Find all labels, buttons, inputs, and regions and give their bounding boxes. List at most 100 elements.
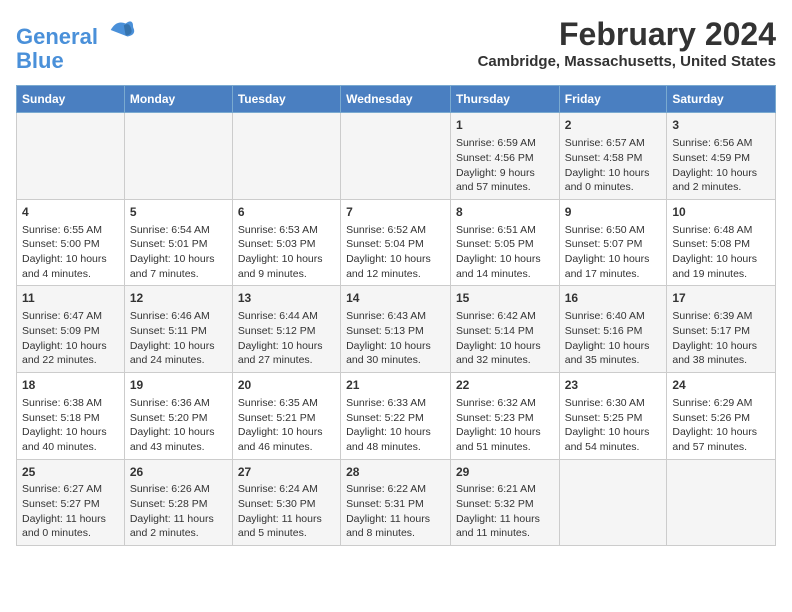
calendar-body: 1Sunrise: 6:59 AM Sunset: 4:56 PM Daylig… xyxy=(17,113,776,546)
calendar-cell: 5Sunrise: 6:54 AM Sunset: 5:01 PM Daylig… xyxy=(124,199,232,286)
weekday-header: Friday xyxy=(559,86,667,113)
calendar-cell: 13 Sunrise: 6:44 AM Sunset: 5:12 PM Dayli… xyxy=(232,286,340,373)
calendar-week-row: 25Sunrise: 6:27 AM Sunset: 5:27 PM Dayli… xyxy=(17,459,776,546)
calendar-week-row: 11 Sunrise: 6:47 AM Sunset: 5:09 PM Dayli… xyxy=(17,286,776,373)
day-info: Sunrise: 6:56 AM Sunset: 4:59 PM Dayligh… xyxy=(672,136,770,195)
day-number: 27 xyxy=(238,464,335,481)
day-info: Sunrise: 6:38 AM Sunset: 5:18 PM Dayligh… xyxy=(22,396,119,455)
day-number: 14 xyxy=(346,290,445,307)
day-number: 15 xyxy=(456,290,554,307)
day-info: Sunrise: 6:51 AM Sunset: 5:05 PM Dayligh… xyxy=(456,223,554,282)
weekday-header: Sunday xyxy=(17,86,125,113)
calendar-cell: 26Sunrise: 6:26 AM Sunset: 5:28 PM Dayli… xyxy=(124,459,232,546)
calendar-cell: 24 Sunrise: 6:29 AM Sunset: 5:26 PM Dayli… xyxy=(667,373,776,460)
calendar-week-row: 1Sunrise: 6:59 AM Sunset: 4:56 PM Daylig… xyxy=(17,113,776,200)
day-number: 8 xyxy=(456,204,554,221)
day-number: 18 xyxy=(22,377,119,394)
calendar-cell: 7 Sunrise: 6:52 AM Sunset: 5:04 PM Daylig… xyxy=(341,199,451,286)
calendar-cell: 27Sunrise: 6:24 AM Sunset: 5:30 PM Dayli… xyxy=(232,459,340,546)
calendar-cell: 21 Sunrise: 6:33 AM Sunset: 5:22 PM Dayli… xyxy=(341,373,451,460)
day-info: Sunrise: 6:36 AM Sunset: 5:20 PM Dayligh… xyxy=(130,396,227,455)
page-header: General Blue February 2024 Cambridge, Ma… xyxy=(16,16,776,73)
day-number: 29 xyxy=(456,464,554,481)
calendar-cell: 10 Sunrise: 6:48 AM Sunset: 5:08 PM Dayli… xyxy=(667,199,776,286)
weekday-header: Monday xyxy=(124,86,232,113)
day-info: Sunrise: 6:33 AM Sunset: 5:22 PM Dayligh… xyxy=(346,396,445,455)
day-info: Sunrise: 6:39 AM Sunset: 5:17 PM Dayligh… xyxy=(672,309,770,368)
day-number: 11 xyxy=(22,290,119,307)
day-number: 22 xyxy=(456,377,554,394)
logo-icon xyxy=(107,16,135,44)
day-info: Sunrise: 6:54 AM Sunset: 5:01 PM Dayligh… xyxy=(130,223,227,282)
day-number: 24 xyxy=(672,377,770,394)
day-number: 19 xyxy=(130,377,227,394)
calendar-cell xyxy=(341,113,451,200)
calendar-cell xyxy=(559,459,667,546)
day-info: Sunrise: 6:30 AM Sunset: 5:25 PM Dayligh… xyxy=(565,396,662,455)
day-info: Sunrise: 6:22 AM Sunset: 5:31 PM Dayligh… xyxy=(346,482,445,541)
day-info: Sunrise: 6:26 AM Sunset: 5:28 PM Dayligh… xyxy=(130,482,227,541)
calendar-cell: 2Sunrise: 6:57 AM Sunset: 4:58 PM Daylig… xyxy=(559,113,667,200)
title-block: February 2024 Cambridge, Massachusetts, … xyxy=(478,16,776,70)
calendar-cell: 4 Sunrise: 6:55 AM Sunset: 5:00 PM Daylig… xyxy=(17,199,125,286)
day-info: Sunrise: 6:43 AM Sunset: 5:13 PM Dayligh… xyxy=(346,309,445,368)
calendar-cell: 8 Sunrise: 6:51 AM Sunset: 5:05 PM Daylig… xyxy=(450,199,559,286)
day-number: 4 xyxy=(22,204,119,221)
day-number: 21 xyxy=(346,377,445,394)
day-number: 17 xyxy=(672,290,770,307)
calendar-cell: 22 Sunrise: 6:32 AM Sunset: 5:23 PM Dayli… xyxy=(450,373,559,460)
day-info: Sunrise: 6:46 AM Sunset: 5:11 PM Dayligh… xyxy=(130,309,227,368)
day-info: Sunrise: 6:59 AM Sunset: 4:56 PM Dayligh… xyxy=(456,136,554,195)
calendar-cell: 20Sunrise: 6:35 AM Sunset: 5:21 PM Dayli… xyxy=(232,373,340,460)
calendar-cell xyxy=(667,459,776,546)
logo-text: General xyxy=(16,16,135,49)
day-info: Sunrise: 6:52 AM Sunset: 5:04 PM Dayligh… xyxy=(346,223,445,282)
day-info: Sunrise: 6:47 AM Sunset: 5:09 PM Dayligh… xyxy=(22,309,119,368)
calendar-cell: 17 Sunrise: 6:39 AM Sunset: 5:17 PM Dayli… xyxy=(667,286,776,373)
weekday-header: Thursday xyxy=(450,86,559,113)
calendar-cell xyxy=(124,113,232,200)
day-number: 23 xyxy=(565,377,662,394)
calendar-cell xyxy=(232,113,340,200)
day-info: Sunrise: 6:55 AM Sunset: 5:00 PM Dayligh… xyxy=(22,223,119,282)
day-number: 16 xyxy=(565,290,662,307)
calendar-cell: 9 Sunrise: 6:50 AM Sunset: 5:07 PM Daylig… xyxy=(559,199,667,286)
weekday-header: Tuesday xyxy=(232,86,340,113)
logo: General Blue xyxy=(16,16,135,73)
weekday-header: Saturday xyxy=(667,86,776,113)
day-info: Sunrise: 6:40 AM Sunset: 5:16 PM Dayligh… xyxy=(565,309,662,368)
calendar-cell: 19 Sunrise: 6:36 AM Sunset: 5:20 PM Dayli… xyxy=(124,373,232,460)
day-info: Sunrise: 6:32 AM Sunset: 5:23 PM Dayligh… xyxy=(456,396,554,455)
calendar-cell: 11 Sunrise: 6:47 AM Sunset: 5:09 PM Dayli… xyxy=(17,286,125,373)
calendar-table: SundayMondayTuesdayWednesdayThursdayFrid… xyxy=(16,85,776,546)
main-title: February 2024 xyxy=(478,16,776,53)
day-number: 26 xyxy=(130,464,227,481)
day-info: Sunrise: 6:48 AM Sunset: 5:08 PM Dayligh… xyxy=(672,223,770,282)
calendar-cell: 16 Sunrise: 6:40 AM Sunset: 5:16 PM Dayli… xyxy=(559,286,667,373)
calendar-cell xyxy=(17,113,125,200)
day-number: 3 xyxy=(672,117,770,134)
day-info: Sunrise: 6:29 AM Sunset: 5:26 PM Dayligh… xyxy=(672,396,770,455)
day-info: Sunrise: 6:50 AM Sunset: 5:07 PM Dayligh… xyxy=(565,223,662,282)
day-number: 13 xyxy=(238,290,335,307)
day-number: 12 xyxy=(130,290,227,307)
day-info: Sunrise: 6:21 AM Sunset: 5:32 PM Dayligh… xyxy=(456,482,554,541)
calendar-cell: 14 Sunrise: 6:43 AM Sunset: 5:13 PM Dayli… xyxy=(341,286,451,373)
subtitle: Cambridge, Massachusetts, United States xyxy=(478,53,776,70)
calendar-cell: 18 Sunrise: 6:38 AM Sunset: 5:18 PM Dayli… xyxy=(17,373,125,460)
day-number: 10 xyxy=(672,204,770,221)
calendar-cell: 12 Sunrise: 6:46 AM Sunset: 5:11 PM Dayli… xyxy=(124,286,232,373)
day-info: Sunrise: 6:44 AM Sunset: 5:12 PM Dayligh… xyxy=(238,309,335,368)
day-number: 6 xyxy=(238,204,335,221)
calendar-header: SundayMondayTuesdayWednesdayThursdayFrid… xyxy=(17,86,776,113)
calendar-cell: 3 Sunrise: 6:56 AM Sunset: 4:59 PM Daylig… xyxy=(667,113,776,200)
calendar-cell: 15Sunrise: 6:42 AM Sunset: 5:14 PM Dayli… xyxy=(450,286,559,373)
day-number: 9 xyxy=(565,204,662,221)
day-info: Sunrise: 6:53 AM Sunset: 5:03 PM Dayligh… xyxy=(238,223,335,282)
weekday-header: Wednesday xyxy=(341,86,451,113)
day-number: 7 xyxy=(346,204,445,221)
calendar-cell: 6 Sunrise: 6:53 AM Sunset: 5:03 PM Daylig… xyxy=(232,199,340,286)
calendar-week-row: 18 Sunrise: 6:38 AM Sunset: 5:18 PM Dayli… xyxy=(17,373,776,460)
calendar-cell: 23 Sunrise: 6:30 AM Sunset: 5:25 PM Dayli… xyxy=(559,373,667,460)
calendar-cell: 25Sunrise: 6:27 AM Sunset: 5:27 PM Dayli… xyxy=(17,459,125,546)
